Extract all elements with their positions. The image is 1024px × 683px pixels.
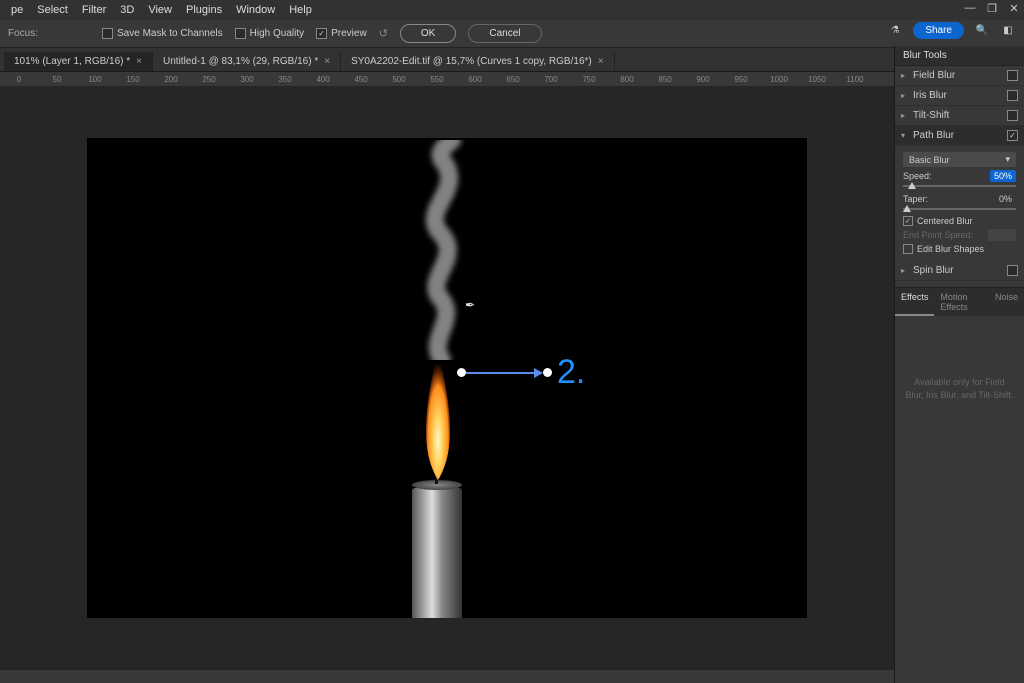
high-quality-checkbox[interactable]: High Quality <box>235 28 304 39</box>
tab-noise[interactable]: Noise <box>989 288 1024 316</box>
path-arrow-icon[interactable] <box>534 368 543 378</box>
document-tab[interactable]: Untitled-1 @ 83,1% (29, RGB/16) *× <box>153 52 341 71</box>
status-bar <box>0 669 894 683</box>
path-line[interactable] <box>466 372 534 374</box>
menu-item[interactable]: pe <box>4 0 30 20</box>
endpoint-value <box>988 229 1016 241</box>
candle-body <box>412 488 462 618</box>
options-bar: Focus: Save Mask to Channels High Qualit… <box>0 20 1024 48</box>
ok-button[interactable]: OK <box>400 24 456 43</box>
workspace-icon[interactable]: ◧ <box>1000 23 1016 39</box>
effects-tabs: Effects Motion Effects Noise <box>895 287 1024 316</box>
flask-icon[interactable]: ⚗ <box>887 23 903 39</box>
menu-item[interactable]: Plugins <box>179 0 229 20</box>
menu-item[interactable]: Filter <box>75 0 113 20</box>
path-start-dot[interactable] <box>457 368 466 377</box>
close-tab-icon[interactable]: × <box>136 56 142 67</box>
restore-icon[interactable]: ❐ <box>986 2 998 14</box>
document-tabs: 101% (Layer 1, RGB/16) *× Untitled-1 @ 8… <box>0 48 1024 72</box>
menu-item[interactable]: Help <box>282 0 319 20</box>
tool-field-blur[interactable]: ▸Field Blur <box>895 66 1024 86</box>
top-right-tools: ⚗ Share 🔍 ◧ <box>887 22 1016 39</box>
focus-label: Focus: <box>8 28 38 39</box>
tool-tilt-shift[interactable]: ▸Tilt-Shift <box>895 106 1024 126</box>
save-mask-checkbox[interactable]: Save Mask to Channels <box>102 28 223 39</box>
menu-item[interactable]: 3D <box>113 0 141 20</box>
edit-blur-shapes-checkbox[interactable]: Edit Blur Shapes <box>903 244 1016 254</box>
close-tab-icon[interactable]: × <box>598 56 604 67</box>
menu-bar: pe Select Filter 3D View Plugins Window … <box>0 0 1024 20</box>
window-controls: — ❐ ✕ <box>964 2 1020 14</box>
taper-label: Taper: <box>903 194 928 204</box>
path-blur-settings: Basic Blur▾ Speed: 50% Taper: 0% ✓Centered… <box>895 146 1024 261</box>
pen-cursor-icon: ✒ <box>465 298 475 312</box>
document-tab[interactable]: 101% (Layer 1, RGB/16) *× <box>4 52 153 71</box>
horizontal-ruler: 0501001502002503003504004505005506006507… <box>0 72 1024 86</box>
speed-value[interactable]: 50% <box>990 170 1016 182</box>
search-icon[interactable]: 🔍 <box>974 23 990 39</box>
blur-mode-dropdown[interactable]: Basic Blur▾ <box>903 152 1016 167</box>
taper-value[interactable]: 0% <box>995 193 1016 205</box>
chevron-down-icon: ▾ <box>1005 154 1010 165</box>
menu-item[interactable]: Window <box>229 0 282 20</box>
annotation-number: 2. <box>557 353 585 392</box>
tool-path-blur[interactable]: ▾Path Blur✓ <box>895 126 1024 146</box>
panel-title: Blur Tools <box>895 46 1024 66</box>
centered-blur-checkbox[interactable]: ✓Centered Blur <box>903 216 1016 226</box>
smoke <box>387 140 487 360</box>
tab-motion-effects[interactable]: Motion Effects <box>934 288 989 316</box>
canvas[interactable]: ✒ 2. <box>87 138 807 618</box>
path-end-dot[interactable] <box>543 368 552 377</box>
menu-item[interactable]: View <box>141 0 179 20</box>
cancel-button[interactable]: Cancel <box>468 24 541 43</box>
close-icon[interactable]: ✕ <box>1008 2 1020 14</box>
candle-flame <box>414 350 462 480</box>
availability-message: Available only for Field Blur, Iris Blur… <box>895 316 1024 461</box>
taper-slider[interactable] <box>903 208 1016 210</box>
tool-spin-blur[interactable]: ▸Spin Blur <box>895 261 1024 281</box>
tab-effects[interactable]: Effects <box>895 288 934 316</box>
minimize-icon[interactable]: — <box>964 2 976 14</box>
share-button[interactable]: Share <box>913 22 964 39</box>
blur-tools-panel: Blur Tools ▸Field Blur ▸Iris Blur ▸Tilt-… <box>894 46 1024 683</box>
reset-icon[interactable]: ↺ <box>379 27 388 40</box>
tool-iris-blur[interactable]: ▸Iris Blur <box>895 86 1024 106</box>
document-tab[interactable]: SY0A2202-Edit.tif @ 15,7% (Curves 1 copy… <box>341 52 614 71</box>
path-blur-handle[interactable] <box>457 368 552 378</box>
speed-label: Speed: <box>903 171 932 181</box>
close-tab-icon[interactable]: × <box>324 56 330 67</box>
endpoint-label: End Point Speed: <box>903 230 973 240</box>
workspace[interactable]: ✒ 2. <box>0 86 894 669</box>
preview-checkbox[interactable]: ✓Preview <box>316 28 367 39</box>
menu-item[interactable]: Select <box>30 0 75 20</box>
speed-slider[interactable] <box>903 185 1016 187</box>
